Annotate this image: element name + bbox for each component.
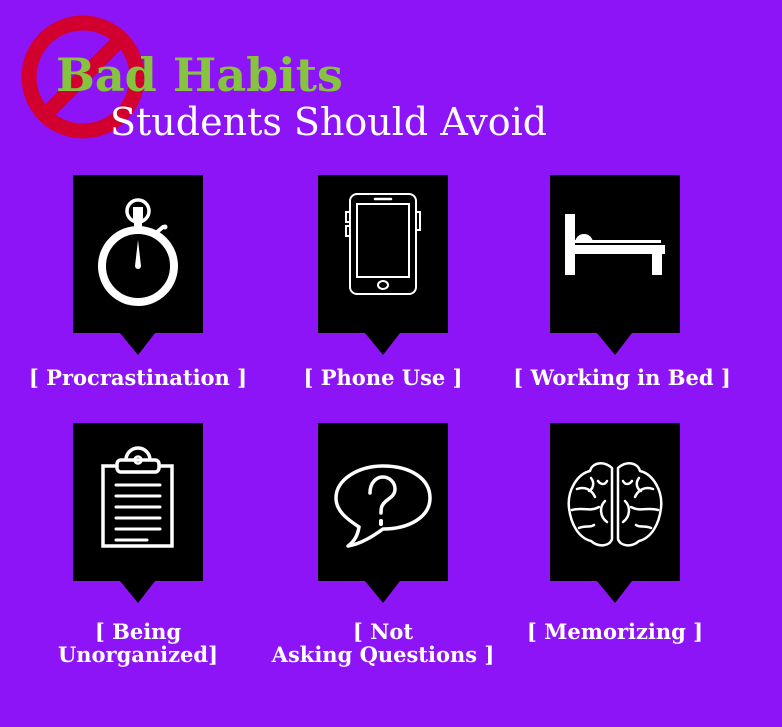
habit-card-memorizing <box>550 423 680 604</box>
habit-card-not-asking-questions <box>318 423 448 604</box>
habit-card-unorganized <box>73 423 203 604</box>
habit-card-procrastination <box>73 175 203 356</box>
habit-label-procrastination: [ Procrastination ] <box>28 365 248 390</box>
habit-label-memorizing: [ Memorizing ] <box>526 619 704 644</box>
page-title: Bad Habits <box>56 48 343 102</box>
brain-icon <box>567 462 663 547</box>
clipboard-icon <box>101 446 174 548</box>
habit-label-unorganized-line1: [ Being <box>94 619 182 644</box>
smartphone-icon <box>345 193 421 295</box>
habit-card-working-in-bed <box>550 175 680 356</box>
habit-label-not-asking-line2: Asking Questions ] <box>271 642 495 667</box>
page-subtitle: Students Should Avoid <box>110 100 548 144</box>
habit-label-unorganized-line2: Unorganized] <box>57 642 219 667</box>
habit-label-not-asking-line1: [ Not <box>352 619 414 644</box>
habit-label-working-in-bed: [ Working in Bed ] <box>513 365 731 390</box>
habit-card-phone-use <box>318 175 448 356</box>
habit-label-phone-use: [ Phone Use ] <box>303 365 463 390</box>
stopwatch-icon <box>98 198 178 306</box>
bed-icon <box>565 214 665 275</box>
question-bubble-icon <box>334 464 432 548</box>
